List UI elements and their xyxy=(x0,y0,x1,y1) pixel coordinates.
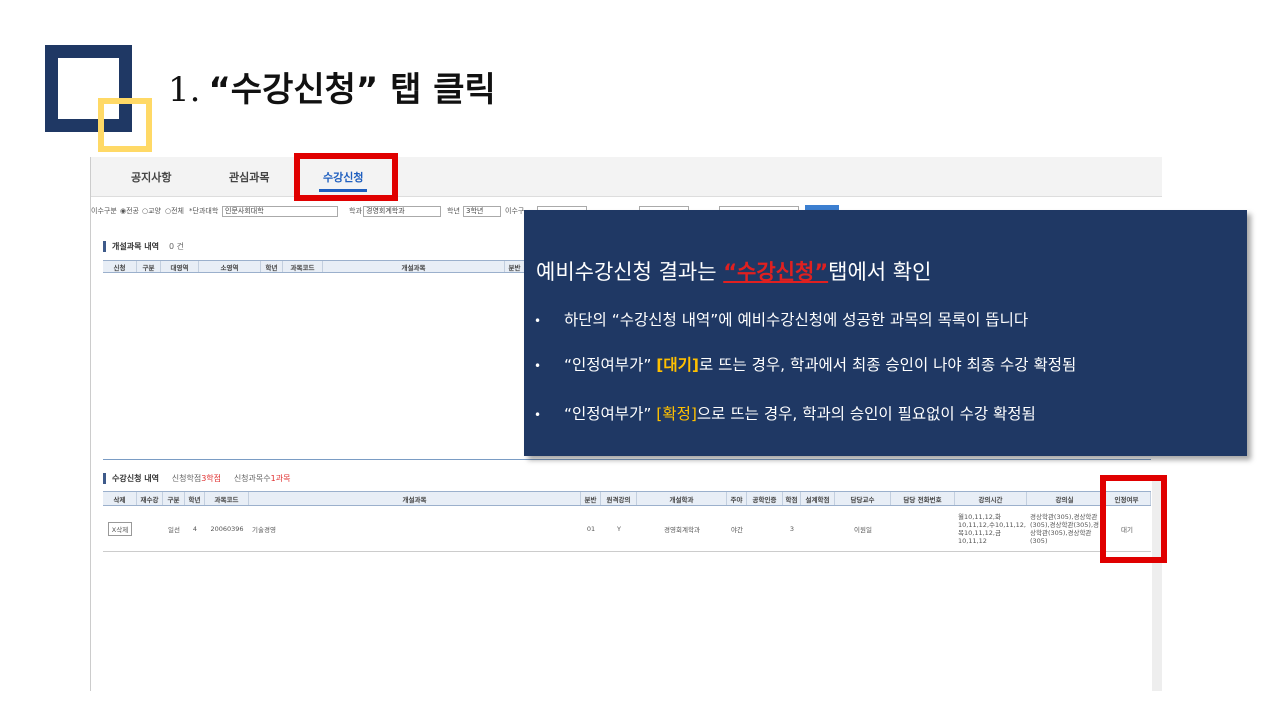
year-select[interactable]: 3학년 xyxy=(463,206,501,217)
type-label: 이수구분 xyxy=(91,207,117,215)
slide-title-text: “수강신청” 탭 클릭 xyxy=(208,70,496,110)
status-confirmed-label: [확정] xyxy=(656,405,697,423)
callout-heading: 예비수강신청 결과는 “수강신청”탭에서 확인 xyxy=(536,260,932,284)
delete-button[interactable]: X삭제 xyxy=(107,521,133,536)
tab-bar: 공지사항 관심과목 수강신청 xyxy=(91,157,1162,197)
cell-dept: 경영회계학과 xyxy=(664,525,700,534)
type-option-all[interactable]: ○전체 xyxy=(165,206,184,216)
cell-category: 일선 xyxy=(168,525,180,534)
callout-bullet-1: • 하단의 “수강신청 내역”에 예비수강신청에 성공한 과목의 목록이 뜹니다 xyxy=(534,311,1029,329)
cell-course: 기술경영 xyxy=(252,525,276,534)
dept-select[interactable]: 경영회계학과 xyxy=(363,206,441,217)
type-option-liberal[interactable]: ○교양 xyxy=(142,206,161,216)
type-option-major[interactable]: ◉전공 xyxy=(120,206,139,216)
cell-room: 경상학관(305),경상학관(305),경상학관(305),경상학관(305),… xyxy=(1030,512,1099,545)
cell-phone xyxy=(891,506,955,551)
cell-design xyxy=(801,506,835,551)
callout-bullet-2: • “인정여부가” [대기]로 뜨는 경우, 학과에서 최종 승인이 나야 최종 … xyxy=(534,356,1077,374)
highlight-status-column xyxy=(1100,475,1167,563)
decor-square-gold xyxy=(98,98,152,152)
tab-favorites[interactable]: 관심과목 xyxy=(229,169,269,185)
callout-bullet-3: • “인정여부가” [확정]으로 뜨는 경우, 학과의 승인이 필요없이 수강 확… xyxy=(534,405,1036,423)
courses-value: 1과목 xyxy=(270,474,291,483)
cell-cert xyxy=(747,506,783,551)
status-pending-label: [대기] xyxy=(656,356,699,374)
open-courses-count: 0 건 xyxy=(168,242,184,251)
credits-value: 3학점 xyxy=(201,474,222,483)
table-row: X삭제 일선 4 20060396 기술경영 01 Y 경영회계학과 야간 3 … xyxy=(103,506,1151,552)
highlight-registration-tab xyxy=(294,153,398,201)
tab-notice[interactable]: 공지사항 xyxy=(131,169,171,185)
cell-year: 4 xyxy=(192,524,198,533)
extra-label: 이수구 xyxy=(505,207,525,215)
cell-section: 01 xyxy=(586,524,596,533)
cell-daynight: 야간 xyxy=(731,525,743,534)
registration-header: 삭제 재수강 구분 학년 과목코드 개설과목 분반 원격강의 개설학과 주야 공… xyxy=(103,491,1151,506)
year-label: 학년 xyxy=(447,207,460,215)
callout-heading-emphasis: “수강신청” xyxy=(723,260,829,284)
college-select[interactable]: 인문사회대학 xyxy=(222,206,338,217)
college-label: *단과대학 xyxy=(189,207,219,215)
registration-title: 수강신청 내역 신청학점3학점 신청과목수1과목 xyxy=(103,473,290,484)
cell-code: 20060396 xyxy=(210,524,244,533)
cell-time: 월10,11,12,화10,11,12,수10,11,12,목10,11,12,… xyxy=(958,512,1027,545)
cell-remote: Y xyxy=(617,524,621,533)
slide-title-number: 1. xyxy=(168,70,201,110)
cell-professor: 이원일 xyxy=(854,525,872,534)
info-callout: 예비수강신청 결과는 “수강신청”탭에서 확인 • 하단의 “수강신청 내역”에 … xyxy=(524,210,1247,456)
cell-credits: 3 xyxy=(789,524,795,533)
open-courses-title: 개설과목 내역 0 건 xyxy=(103,241,184,252)
credits-label: 신청학점 xyxy=(171,474,202,483)
courses-label: 신청과목수 xyxy=(233,474,271,483)
dept-label: 학과 xyxy=(349,207,362,215)
slide-title: 1. “수강신청” 탭 클릭 xyxy=(168,62,496,111)
cell-retake xyxy=(137,506,163,551)
